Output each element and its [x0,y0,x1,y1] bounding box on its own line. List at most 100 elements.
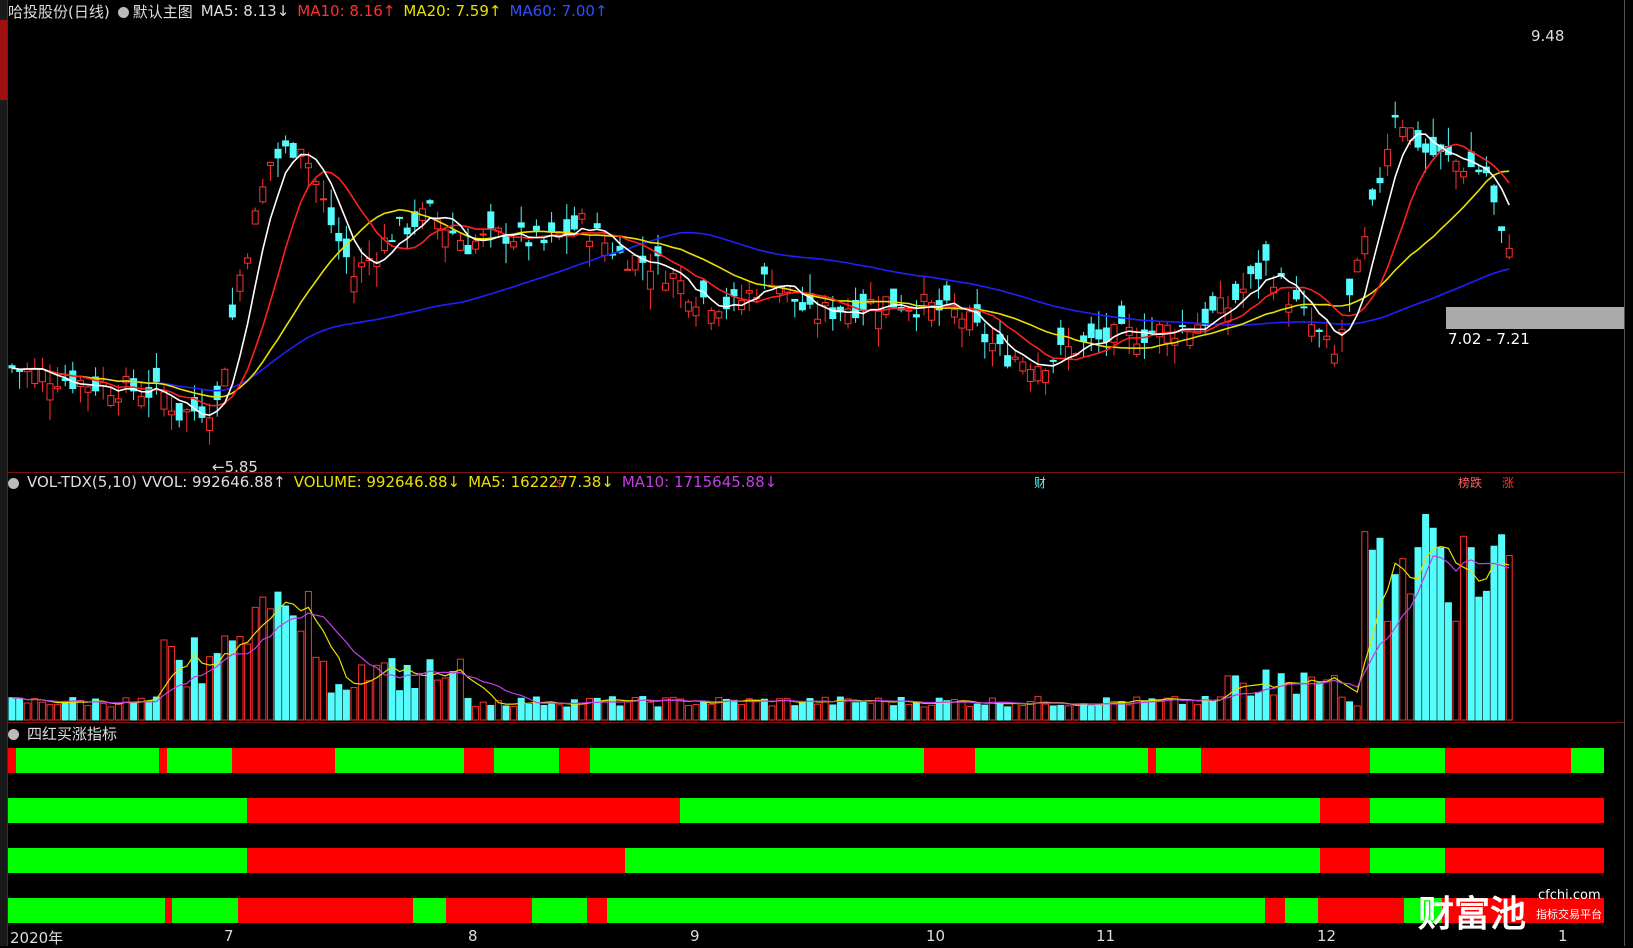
range-box [1446,307,1626,329]
volume-bar [1338,696,1346,721]
candle-body [312,181,320,185]
volume-bar [160,639,168,721]
candle-body [1452,160,1460,172]
volume-bar [1270,694,1278,721]
volume-bar [1406,593,1414,721]
volume-bar [46,704,54,721]
volume-bar [1361,531,1369,721]
candle-body [631,254,639,271]
volume-bar [1505,555,1513,721]
candle-body [426,200,434,204]
indicator-row-1-segment [335,748,465,773]
candle-body [578,213,586,220]
volume-bar [358,664,366,721]
volume-bar [1034,696,1042,721]
candle-body [1368,189,1376,200]
volume-bar [1422,514,1430,721]
indicator-row-4-segment [607,898,1266,923]
right-price-axis[interactable] [1624,0,1633,946]
volume-bar [1300,672,1308,721]
volume-bar [1125,704,1133,721]
volume-bar [464,697,472,721]
volume-bar [1285,681,1293,721]
x-label-nov: 11 [1096,927,1116,945]
candle-body [449,230,457,234]
volume-bar [342,689,350,721]
volume-bar [1080,703,1088,721]
volume-bar [107,706,115,721]
volume-bar [1254,692,1262,721]
candle-body [730,289,738,297]
indicator-row-1-segment [1571,748,1605,773]
volume-bar [882,701,890,721]
candle-body [244,257,252,264]
volume-bar [1064,705,1072,721]
candle-body [38,368,46,383]
volume-bar [259,596,267,721]
volume-bar [988,697,996,721]
candle-body [46,383,54,401]
indicator-row-1-segment [493,748,560,773]
volume-bar [1178,703,1186,721]
volume-bar [1315,682,1323,721]
candle-body [1209,296,1217,311]
x-label-jul: 7 [224,927,234,945]
volume-bar [99,702,107,721]
volume-bar [525,703,533,721]
volume-bar [297,630,305,721]
volume-bar [16,697,24,721]
volume-bar [1232,675,1240,721]
candle-body [1323,335,1331,341]
volume-bar [654,706,662,721]
indicator-toggle-icon[interactable] [8,728,19,740]
candle-body [1095,329,1103,340]
candle-body [662,282,670,291]
volume-bar [1247,695,1255,721]
volume-bar [791,705,799,721]
volume-bar [76,700,84,721]
indicator-row-4-segment [531,898,588,923]
candle-body [228,304,236,318]
volume-bar [1292,693,1300,721]
candle-body [1019,361,1027,372]
volume-bar [1490,545,1498,721]
volume-bar [221,635,229,721]
candle-body [1262,244,1270,261]
volume-bar [684,705,692,721]
volume-bar [1163,697,1171,721]
candle-body [1148,330,1156,333]
candle-body [1049,359,1057,362]
candle-body [107,395,115,406]
volume-bar [700,701,708,721]
volume-bar [449,671,457,721]
candle-body [532,225,540,231]
panel-divider-2 [8,722,1624,723]
volume-bar [859,700,867,721]
candle-body [1391,114,1399,118]
indicator-row-4-segment [1265,898,1286,923]
watermark-brand: 财富池 [1418,893,1527,935]
candle-body [677,280,685,295]
volume-toggle-icon[interactable] [8,477,19,489]
indicator-row-2-segment [1320,798,1371,823]
event-marker-lhb: 榜跌 [1458,475,1482,490]
indicator-row-2-segment [8,798,248,823]
indicator-name: 四红买涨指标 [27,724,118,743]
volume-bar [426,659,434,721]
candle-body [84,386,92,393]
volume-bar [130,701,138,721]
candle-body [1156,324,1164,338]
volume-bar [1353,705,1361,721]
volume-bar [1102,697,1110,721]
vol-ma5: MA5: 1622277.38↓ [468,473,614,491]
candle-body [760,266,768,275]
volume-bar [1323,679,1331,721]
indicator-row-3-segment [1369,848,1446,873]
volume-bar [365,680,373,721]
volume-bar [928,704,936,721]
volume-bar [38,701,46,721]
candle-body [236,274,244,292]
volume-bar [540,704,548,721]
volume-bar [1042,703,1050,721]
volume-bar [1277,673,1285,721]
